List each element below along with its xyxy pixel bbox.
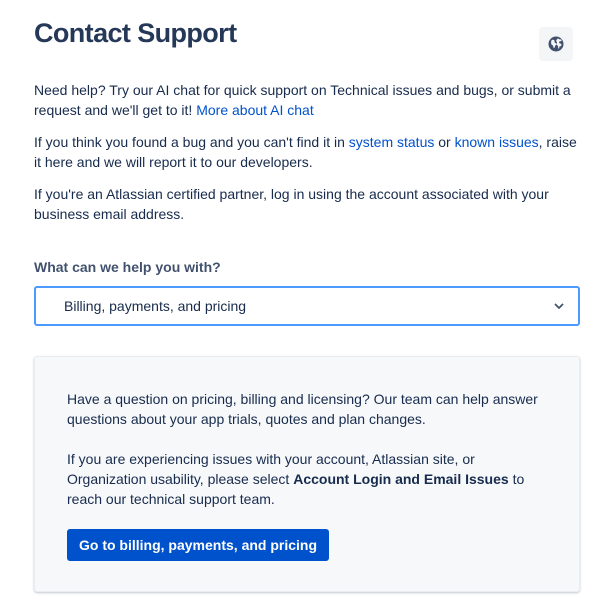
intro-text: Need help? Try our AI chat for quick sup… <box>34 80 580 236</box>
system-status-link[interactable]: system status <box>349 134 435 150</box>
language-button[interactable] <box>539 27 573 61</box>
more-about-ai-chat-link[interactable]: More about AI chat <box>196 102 314 118</box>
account-issues-paragraph: If you are experiencing issues with your… <box>67 449 557 509</box>
chevron-down-icon <box>554 303 564 309</box>
known-issues-link[interactable]: known issues <box>455 134 539 150</box>
go-to-billing-button[interactable]: Go to billing, payments, and pricing <box>67 529 330 561</box>
account-login-email-issues-emphasis: Account Login and Email Issues <box>293 471 509 487</box>
billing-info-card: Have a question on pricing, billing and … <box>34 356 580 592</box>
ai-chat-paragraph: Need help? Try our AI chat for quick sup… <box>34 80 580 120</box>
billing-question-paragraph: Have a question on pricing, billing and … <box>67 391 538 427</box>
bug-text-before: If you think you found a bug and you can… <box>34 134 349 150</box>
help-topic-selected-value: Billing, payments, and pricing <box>64 298 247 314</box>
page-title: Contact Support <box>34 18 237 48</box>
billing-info-text: Have a question on pricing, billing and … <box>67 389 557 529</box>
help-topic-select[interactable]: Billing, payments, and pricing <box>34 286 580 326</box>
bug-text-mid: or <box>434 134 455 150</box>
bug-report-paragraph: If you think you found a bug and you can… <box>34 132 580 172</box>
globe-icon <box>548 36 564 52</box>
partner-paragraph: If you're an Atlassian certified partner… <box>34 186 549 222</box>
help-topic-label: What can we help you with? <box>34 259 221 275</box>
